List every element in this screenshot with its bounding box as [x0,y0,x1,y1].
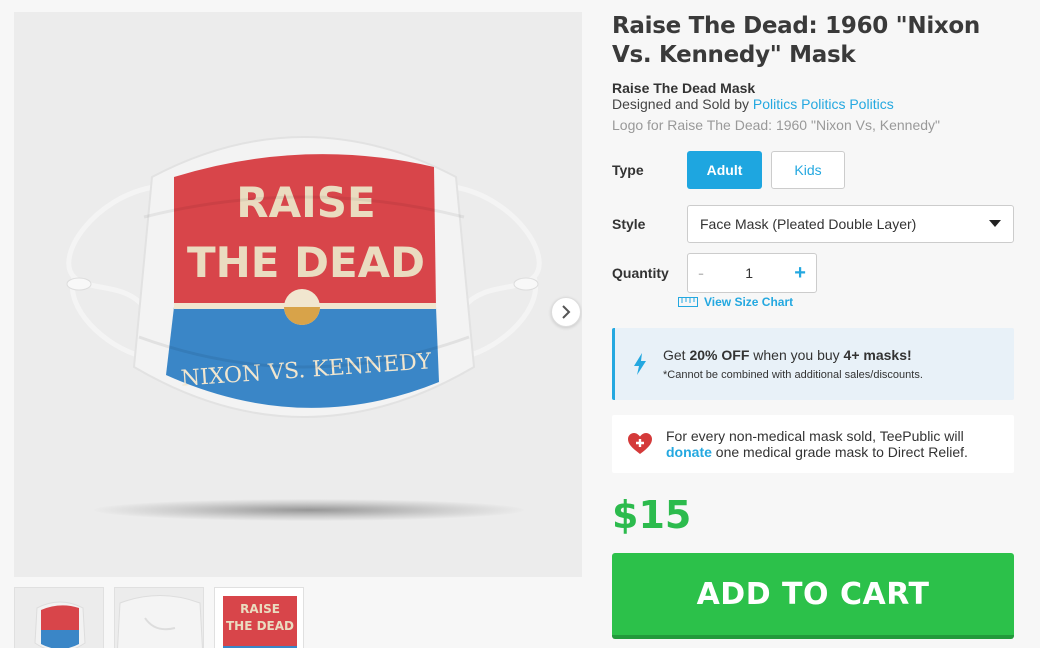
promo-count: 4+ masks! [843,347,912,363]
add-to-cart-button[interactable]: ADD TO CART [612,553,1014,639]
promo-note: *Cannot be combined with additional sale… [663,369,923,381]
style-option-row: Style Face Mask (Pleated Double Layer) [612,205,1014,243]
quantity-increase-button[interactable]: + [794,262,806,285]
promo-pre: Get [663,347,690,363]
thumbnail-mask-front [34,601,86,648]
quantity-label: Quantity [612,265,669,281]
mask-illustration: RAISE THE DEAD NIXON VS. KENNEDY [66,136,542,418]
quantity-decrease-button[interactable]: - [698,263,704,284]
donation-text: For every non-medical mask sold, TeePubl… [666,428,968,460]
view-size-chart-link[interactable]: View Size Chart [678,295,793,309]
promo-text: Get 20% OFF when you buy 4+ masks! *Cann… [663,347,923,381]
promo-main-text: Get 20% OFF when you buy 4+ masks! [663,347,923,363]
mask-shadow [94,499,524,521]
thumbnail-2[interactable] [114,587,204,648]
thumbnail-1[interactable] [14,587,104,648]
next-image-button[interactable] [551,297,581,327]
donation-notice: For every non-medical mask sold, TeePubl… [612,415,1014,473]
thumbnail-artwork-line1: RAISE [240,602,280,616]
designed-by-prefix: Designed and Sold by [612,96,753,112]
product-details: Raise The Dead: 1960 "Nixon Vs. Kennedy"… [612,12,1014,134]
view-size-chart-label: View Size Chart [704,295,794,309]
designer-link[interactable]: Politics Politics Politics [753,96,894,112]
type-adult-button[interactable]: Adult [687,151,762,189]
quantity-stepper: - 1 + [687,253,817,293]
product-image[interactable]: RAISE THE DEAD NIXON VS. KENNEDY [14,12,582,577]
style-label: Style [612,216,646,232]
product-title: Raise The Dead: 1960 "Nixon Vs. Kennedy"… [612,13,981,68]
donation-line2-wrap: donate one medical grade mask to Direct … [666,444,968,460]
chevron-right-icon [562,305,571,319]
product-price: $15 [612,493,692,537]
thumbnail-mask-back [117,595,203,648]
donate-link[interactable]: donate [666,444,712,460]
style-select[interactable]: Face Mask (Pleated Double Layer) [687,205,1014,243]
donation-line1: For every non-medical mask sold, TeePubl… [666,428,964,444]
thumbnail-3[interactable]: RAISE THE DEAD [214,587,304,648]
ruler-icon [678,297,698,307]
lightning-bolt-icon [634,353,646,375]
style-select-value: Face Mask (Pleated Double Layer) [700,216,917,232]
type-kids-button[interactable]: Kids [771,151,845,189]
product-subtitle: Raise The Dead Mask [612,80,756,96]
logo-caption: Logo for Raise The Dead: 1960 "Nixon Vs,… [612,117,940,133]
artwork-line2: THE DEAD [187,238,425,287]
artwork-line1: RAISE [236,178,375,227]
promo-mid: when you buy [749,347,844,363]
donation-line2: one medical grade mask to Direct Relief. [711,444,968,460]
type-option-row: Type Adult Kids [612,151,845,189]
thumbnail-strip: RAISE THE DEAD [14,587,304,648]
thumbnail-artwork-line2: THE DEAD [226,619,294,633]
quantity-value[interactable]: 1 [745,265,753,281]
product-page: RAISE THE DEAD NIXON VS. KENNEDY RAISE T… [0,0,1040,648]
heart-plus-icon [628,433,652,454]
designed-by: Designed and Sold by Politics Politics P… [612,96,1014,112]
promo-discount: 20% OFF [689,347,750,363]
thumbnail-artwork: RAISE THE DEAD [223,596,297,648]
caret-down-icon [989,220,1001,227]
quantity-option-row: Quantity - 1 + [612,253,817,293]
mask-artwork: RAISE THE DEAD NIXON VS. KENNEDY [166,154,439,408]
bulk-discount-banner: Get 20% OFF when you buy 4+ masks! *Cann… [612,328,1014,400]
type-label: Type [612,162,644,178]
